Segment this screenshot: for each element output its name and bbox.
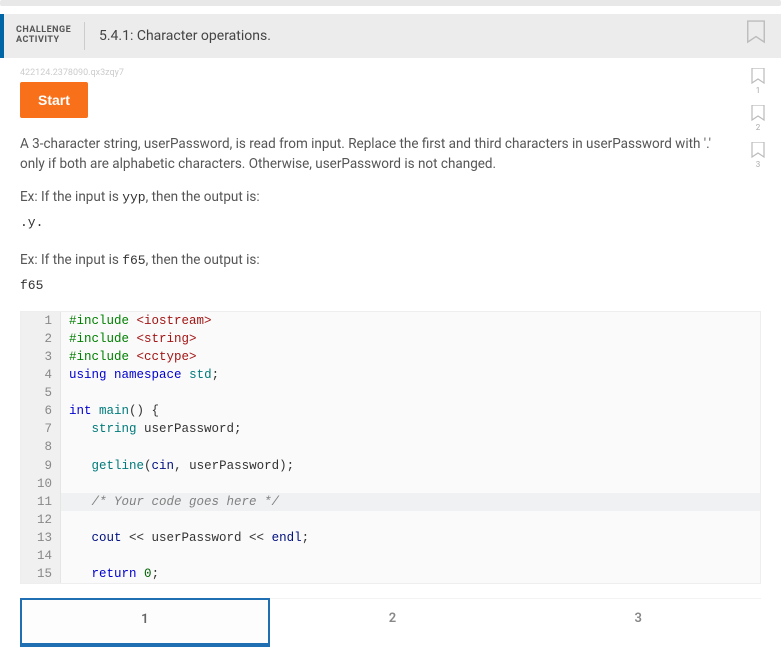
hash-id: 422124.2378090.qx3zqy7 <box>20 68 761 78</box>
line-number: 14 <box>21 547 61 565</box>
example-2-prompt: Ex: If the input is f65, then the output… <box>20 252 761 268</box>
code-content[interactable]: return 0; <box>61 565 760 583</box>
step-bookmark-1[interactable]: 1 <box>751 68 765 95</box>
line-number: 8 <box>21 438 61 456</box>
tab-step-2[interactable]: 2 <box>270 599 516 647</box>
step-bookmark-label: 3 <box>756 160 761 169</box>
line-number: 12 <box>21 511 61 529</box>
bookmark-icon[interactable] <box>745 20 767 44</box>
problem-description: A 3-character string, userPassword, is r… <box>20 134 720 175</box>
code-line[interactable]: 4using namespace std; <box>21 366 760 384</box>
code-content[interactable]: #include <iostream> <box>61 312 760 330</box>
ex2-suffix: , then the output is: <box>146 252 260 268</box>
code-content[interactable] <box>61 438 760 456</box>
code-content[interactable]: string userPassword; <box>61 420 760 438</box>
tab-step-3[interactable]: 3 <box>515 599 761 647</box>
line-number: 15 <box>21 565 61 583</box>
ex2-input: f65 <box>122 253 145 268</box>
code-line[interactable]: 12 <box>21 511 760 529</box>
code-content[interactable]: int main() { <box>61 402 760 420</box>
code-content[interactable]: #include <string> <box>61 330 760 348</box>
activity-title: 5.4.1: Character operations. <box>99 28 271 44</box>
step-bookmark-3[interactable]: 3 <box>751 142 765 169</box>
line-number: 13 <box>21 529 61 547</box>
header-badge: CHALLENGE ACTIVITY <box>16 26 74 46</box>
badge-line2: ACTIVITY <box>16 35 60 45</box>
activity-header: CHALLENGE ACTIVITY 5.4.1: Character oper… <box>0 14 781 58</box>
line-number: 11 <box>21 493 61 511</box>
line-number: 10 <box>21 475 61 493</box>
example-2-output: f65 <box>20 278 761 293</box>
step-bookmarks: 1 2 3 <box>751 68 765 169</box>
step-bookmark-2[interactable]: 2 <box>751 105 765 132</box>
line-number: 4 <box>21 366 61 384</box>
code-content[interactable]: #include <cctype> <box>61 348 760 366</box>
badge-line1: CHALLENGE <box>16 25 71 35</box>
line-number: 6 <box>21 402 61 420</box>
code-content[interactable]: using namespace std; <box>61 366 760 384</box>
code-line[interactable]: 3#include <cctype> <box>21 348 760 366</box>
code-line[interactable]: 9 getline(cin, userPassword); <box>21 457 760 475</box>
line-number: 5 <box>21 384 61 402</box>
tab-step-1[interactable]: 1 <box>20 598 270 647</box>
code-line[interactable]: 7 string userPassword; <box>21 420 760 438</box>
code-content[interactable] <box>61 511 760 529</box>
line-number: 1 <box>21 312 61 330</box>
start-button[interactable]: Start <box>20 82 88 118</box>
code-line[interactable]: 14 <box>21 547 760 565</box>
example-1-output: .y. <box>20 215 761 230</box>
code-content[interactable] <box>61 547 760 565</box>
code-line[interactable]: 8 <box>21 438 760 456</box>
ex1-prefix: Ex: If the input is <box>20 189 122 205</box>
header-divider <box>84 22 85 50</box>
code-content[interactable] <box>61 475 760 493</box>
code-line[interactable]: 11 /* Your code goes here */ <box>21 493 760 511</box>
step-bookmark-label: 1 <box>756 86 761 95</box>
code-line[interactable]: 2#include <string> <box>21 330 760 348</box>
example-1-prompt: Ex: If the input is yyp, then the output… <box>20 189 761 205</box>
line-number: 2 <box>21 330 61 348</box>
step-bookmark-label: 2 <box>756 123 761 132</box>
step-tabs: 123 <box>20 598 761 647</box>
content-area: 123 422124.2378090.qx3zqy7 Start A 3-cha… <box>0 58 781 647</box>
ex1-input: yyp <box>122 190 145 205</box>
code-line[interactable]: 13 cout << userPassword << endl; <box>21 529 760 547</box>
code-content[interactable]: getline(cin, userPassword); <box>61 457 760 475</box>
code-line[interactable]: 5 <box>21 384 760 402</box>
line-number: 7 <box>21 420 61 438</box>
code-content[interactable]: cout << userPassword << endl; <box>61 529 760 547</box>
code-editor[interactable]: 1#include <iostream>2#include <string>3#… <box>20 311 761 585</box>
code-line[interactable]: 10 <box>21 475 760 493</box>
line-number: 9 <box>21 457 61 475</box>
code-content[interactable] <box>61 384 760 402</box>
code-line[interactable]: 6int main() { <box>21 402 760 420</box>
top-separator <box>0 0 781 6</box>
line-number: 3 <box>21 348 61 366</box>
ex2-prefix: Ex: If the input is <box>20 252 122 268</box>
code-line[interactable]: 15 return 0; <box>21 565 760 583</box>
ex1-suffix: , then the output is: <box>146 189 260 205</box>
code-line[interactable]: 1#include <iostream> <box>21 312 760 330</box>
code-content[interactable]: /* Your code goes here */ <box>61 493 760 511</box>
